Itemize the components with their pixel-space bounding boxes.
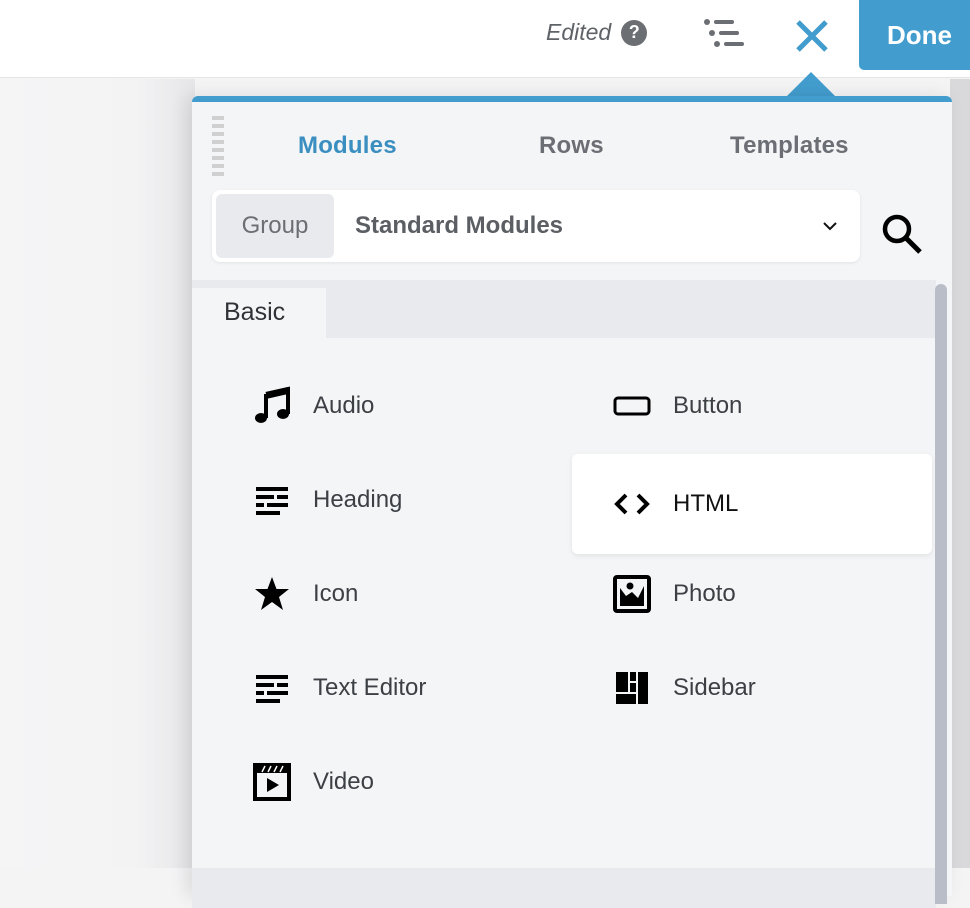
done-button[interactable]: Done — [859, 0, 970, 70]
module-icon[interactable]: Icon — [192, 544, 552, 644]
module-html[interactable]: HTML — [572, 454, 932, 554]
module-label: Button — [673, 392, 743, 419]
top-toolbar: Edited ? Done — [0, 0, 970, 78]
music-note-icon — [255, 386, 290, 423]
outline-list-icon — [704, 19, 744, 47]
page-edge — [950, 79, 970, 868]
category-bar: Basic — [192, 280, 936, 338]
edited-status[interactable]: Edited ? — [546, 19, 648, 46]
module-label: Icon — [313, 580, 359, 607]
category-tab-basic[interactable]: Basic — [192, 288, 326, 338]
close-button[interactable] — [790, 14, 834, 58]
heading-icon — [256, 487, 288, 515]
sidebar-icon — [616, 672, 648, 704]
module-label: HTML — [673, 490, 739, 517]
module-label: Video — [313, 768, 374, 795]
tab-templates[interactable]: Templates — [730, 132, 849, 160]
drag-handle[interactable] — [212, 116, 224, 176]
group-label: Group — [216, 194, 334, 258]
question-circle-icon[interactable]: ? — [621, 19, 648, 46]
search-button[interactable] — [880, 212, 924, 256]
page-canvas — [0, 79, 195, 868]
star-icon — [255, 577, 289, 610]
module-audio[interactable]: Audio — [192, 356, 552, 456]
close-x-icon — [796, 20, 828, 52]
panel-tabs: Modules Rows Templates — [232, 132, 932, 172]
module-label: Audio — [313, 392, 375, 419]
button-icon — [613, 396, 651, 416]
group-value: Standard Modules — [355, 212, 564, 239]
search-icon — [882, 214, 922, 254]
edited-label: Edited — [546, 19, 612, 45]
module-label: Sidebar — [673, 674, 756, 701]
content-panel: Modules Rows Templates Group Standard Mo… — [192, 96, 952, 908]
tab-rows[interactable]: Rows — [539, 132, 604, 160]
tab-modules[interactable]: Modules — [298, 132, 397, 160]
outline-button[interactable] — [698, 14, 746, 54]
video-icon — [253, 763, 291, 801]
module-label: Photo — [673, 580, 736, 607]
scrollbar[interactable] — [935, 284, 947, 904]
module-video[interactable]: Video — [192, 732, 552, 832]
module-heading[interactable]: Heading — [192, 450, 552, 550]
module-button[interactable]: Button — [552, 356, 912, 456]
module-label: Text Editor — [313, 674, 427, 701]
module-photo[interactable]: Photo — [552, 544, 912, 644]
panel-pointer — [785, 72, 837, 98]
text-editor-icon — [256, 675, 288, 703]
photo-icon — [613, 575, 651, 613]
chevron-down-icon — [823, 222, 837, 231]
module-label: Heading — [313, 486, 403, 513]
panel-footer — [192, 868, 936, 908]
module-sidebar[interactable]: Sidebar — [552, 638, 912, 738]
code-icon — [614, 493, 650, 515]
module-text-editor[interactable]: Text Editor — [192, 638, 552, 738]
group-select[interactable]: Group Standard Modules — [212, 190, 860, 262]
